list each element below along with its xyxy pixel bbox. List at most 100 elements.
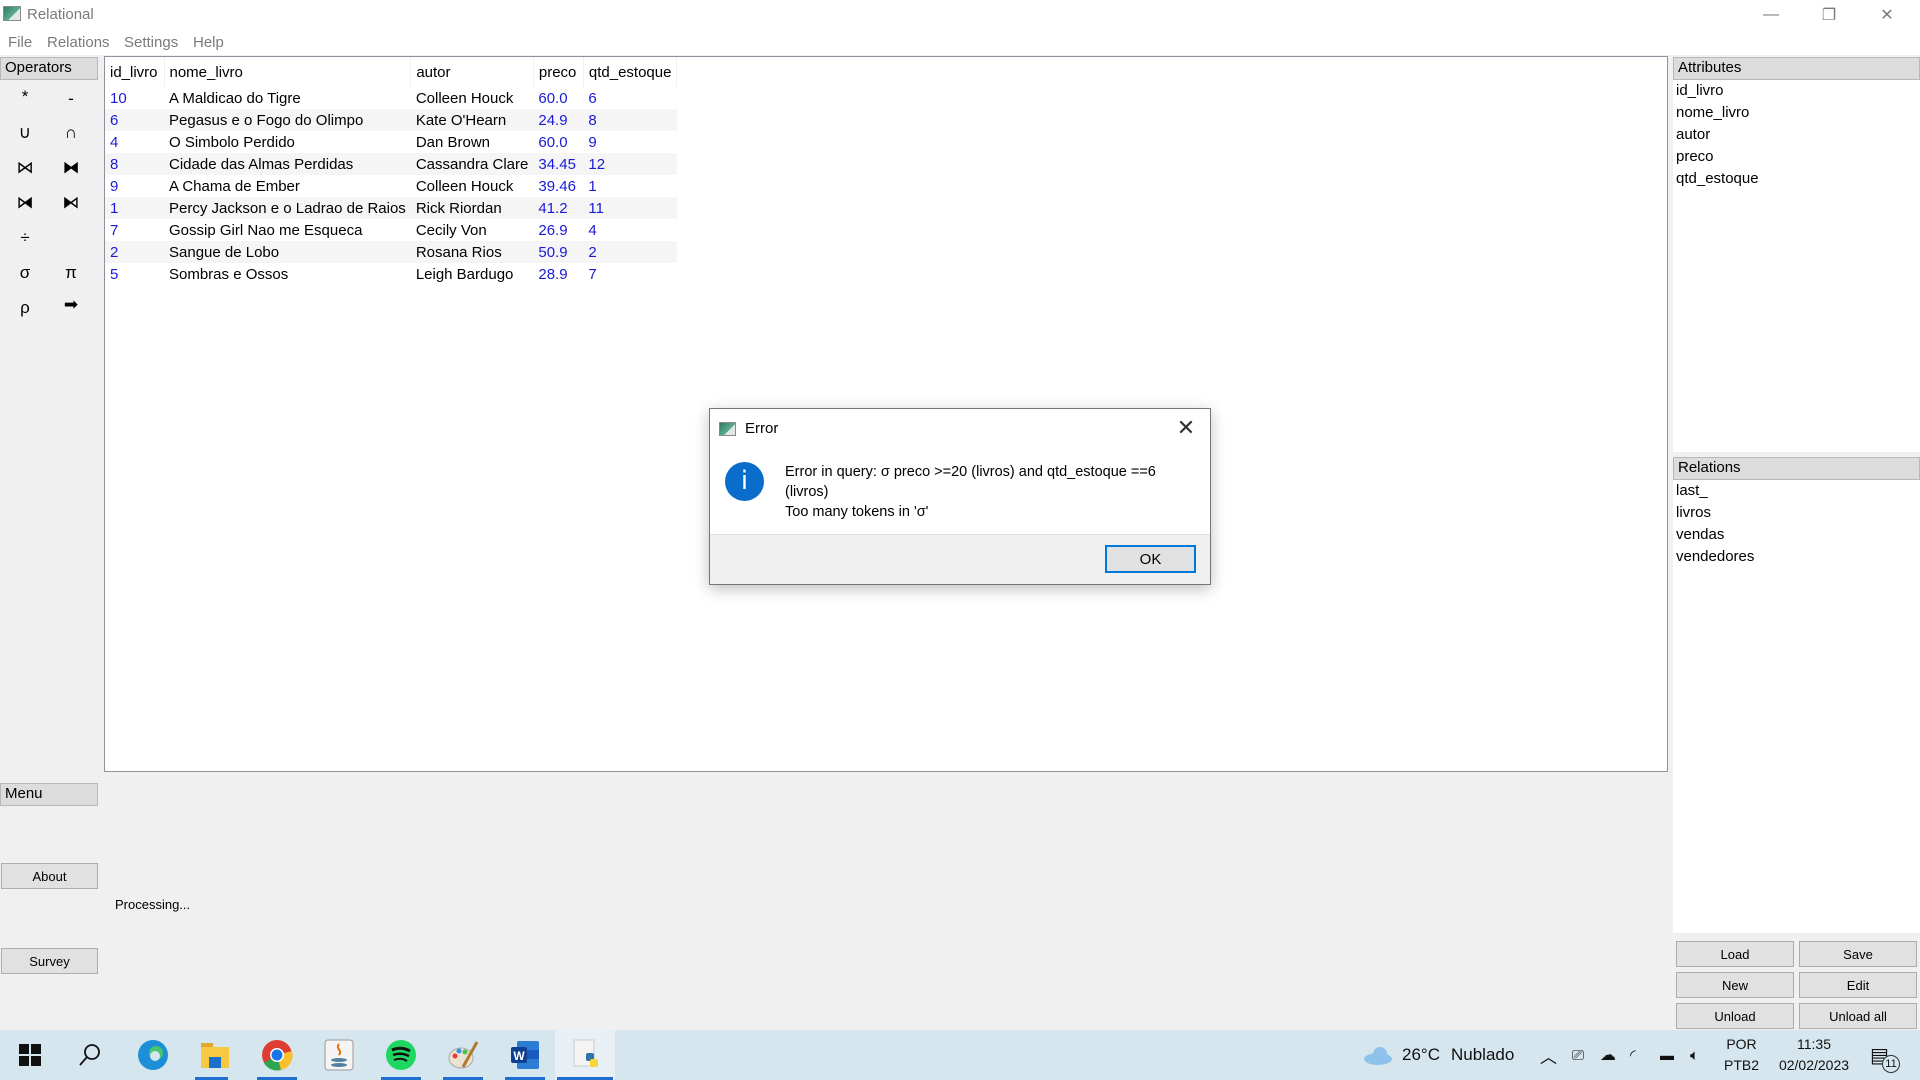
load-button[interactable]: Load bbox=[1676, 941, 1794, 967]
menu-settings[interactable]: Settings bbox=[124, 34, 178, 51]
operator-full-outer-join-button[interactable]: ⧓ bbox=[51, 153, 91, 183]
search-button[interactable] bbox=[73, 1038, 107, 1072]
relation-item[interactable]: last_ bbox=[1673, 480, 1920, 502]
operator-assign-button[interactable]: ➡ bbox=[51, 290, 91, 320]
dialog-close-button[interactable]: ✕ bbox=[1172, 415, 1200, 441]
taskbar-java[interactable] bbox=[322, 1038, 356, 1072]
network-button[interactable]: ◜ bbox=[1630, 1030, 1636, 1080]
cell-preco: 39.46 bbox=[538, 177, 576, 195]
table-row[interactable]: 6 Pegasus e o Fogo do Olimpo Kate O'Hear… bbox=[105, 109, 677, 131]
operator-right-outer-join-button[interactable]: ⧑ bbox=[51, 188, 91, 218]
edit-button[interactable]: Edit bbox=[1799, 972, 1917, 998]
operator-division-button[interactable]: ÷ bbox=[5, 223, 45, 253]
menu-relations[interactable]: Relations bbox=[47, 34, 110, 51]
relation-item[interactable]: vendas bbox=[1673, 524, 1920, 546]
close-button[interactable]: ✕ bbox=[1858, 0, 1916, 30]
operator-intersection-button[interactable]: ∩ bbox=[51, 118, 91, 148]
maximize-button[interactable]: ❐ bbox=[1800, 0, 1858, 30]
volume-button[interactable]: 🔈︎ bbox=[1690, 1030, 1699, 1080]
cell-id-livro: 8 bbox=[105, 153, 164, 175]
about-button[interactable]: About bbox=[1, 863, 98, 889]
unload-all-button[interactable]: Unload all bbox=[1799, 1003, 1917, 1029]
table-row[interactable]: 5 Sombras e Ossos Leigh Bardugo 28.9 7 bbox=[105, 263, 677, 285]
taskbar-word[interactable]: W bbox=[508, 1038, 542, 1072]
spotify-icon bbox=[386, 1040, 416, 1070]
cell-autor: Kate O'Hearn bbox=[410, 109, 534, 131]
table-row[interactable]: 9 A Chama de Ember Colleen Houck 39.46 1 bbox=[105, 175, 677, 197]
minimize-button[interactable]: — bbox=[1742, 0, 1800, 30]
notifications-button[interactable]: ▤ 11 bbox=[1870, 1030, 1900, 1080]
start-button[interactable] bbox=[13, 1038, 47, 1072]
operator-natural-join-button[interactable]: ⋈ bbox=[5, 153, 45, 183]
clock-date: 02/02/2023 bbox=[1778, 1057, 1850, 1073]
paint-icon bbox=[448, 1041, 479, 1069]
info-icon: i bbox=[725, 462, 764, 501]
attributes-list[interactable]: id_livro nome_livro autor preco qtd_esto… bbox=[1673, 80, 1920, 452]
word-icon: W bbox=[511, 1041, 539, 1069]
clock[interactable]: 11:35 02/02/2023 bbox=[1766, 1030, 1862, 1080]
operator-left-outer-join-button[interactable]: ⧒ bbox=[5, 188, 45, 218]
column-header-preco[interactable]: preco bbox=[533, 57, 584, 87]
taskbar-spotify[interactable] bbox=[384, 1038, 418, 1072]
cell-qtd-estoque: 8 bbox=[583, 109, 677, 131]
folder-icon bbox=[201, 1043, 229, 1068]
operator-projection-button[interactable]: π bbox=[51, 258, 91, 288]
cell-autor: Dan Brown bbox=[415, 133, 491, 151]
meet-now-button[interactable]: ⎚ bbox=[1572, 1030, 1584, 1080]
column-header-qtd-estoque[interactable]: qtd_estoque bbox=[583, 57, 678, 87]
language-button[interactable]: POR PTB2 bbox=[1724, 1030, 1759, 1080]
product-icon: * bbox=[21, 87, 29, 106]
menu-file[interactable]: File bbox=[8, 34, 32, 51]
operator-difference-button[interactable]: - bbox=[51, 84, 91, 114]
attribute-item[interactable]: preco bbox=[1673, 146, 1920, 168]
attribute-item[interactable]: autor bbox=[1673, 124, 1920, 146]
pi-icon: π bbox=[65, 263, 77, 282]
table-row[interactable]: 1 Percy Jackson e o Ladrao de Raios Rick… bbox=[105, 197, 677, 219]
taskbar-chrome[interactable] bbox=[260, 1038, 294, 1072]
attribute-item[interactable]: qtd_estoque bbox=[1673, 168, 1920, 190]
edge-icon bbox=[138, 1040, 168, 1070]
relation-item[interactable]: vendedores bbox=[1673, 546, 1920, 568]
chevron-up-icon: ︿ bbox=[1540, 1047, 1557, 1067]
minimize-icon: — bbox=[1763, 6, 1779, 23]
table-row[interactable]: 2 Sangue de Lobo Rosana Rios 50.9 2 bbox=[105, 241, 677, 263]
relation-item[interactable]: livros bbox=[1673, 502, 1920, 524]
attribute-item[interactable]: nome_livro bbox=[1673, 102, 1920, 124]
table-row[interactable]: 7 Gossip Girl Nao me Esqueca Cecily Von … bbox=[105, 219, 677, 241]
survey-button[interactable]: Survey bbox=[1, 948, 98, 974]
show-hidden-icons-button[interactable]: ︿ bbox=[1540, 1030, 1557, 1080]
column-header-autor[interactable]: autor bbox=[410, 57, 534, 87]
cell-preco: 34.45 bbox=[533, 153, 584, 175]
taskbar-python[interactable] bbox=[570, 1038, 604, 1072]
taskbar-paint[interactable] bbox=[446, 1038, 480, 1072]
attributes-header: Attributes bbox=[1673, 57, 1920, 80]
new-button[interactable]: New bbox=[1676, 972, 1794, 998]
cell-qtd-estoque: 6 bbox=[588, 89, 597, 107]
table-row[interactable]: 10 A Maldicao do Tigre Colleen Houck 60.… bbox=[105, 87, 677, 109]
taskbar-file-explorer[interactable] bbox=[198, 1038, 232, 1072]
operator-rename-button[interactable]: ρ bbox=[5, 293, 45, 323]
java-icon bbox=[324, 1039, 354, 1071]
table-row[interactable]: 8 Cidade das Almas Perdidas Cassandra Cl… bbox=[105, 153, 677, 175]
weather-widget[interactable]: 26°C Nublado bbox=[1362, 1030, 1514, 1080]
app-icon bbox=[3, 6, 21, 21]
operator-union-button[interactable]: ∪ bbox=[5, 118, 45, 148]
window-title: Relational bbox=[27, 6, 94, 23]
taskbar-edge[interactable] bbox=[136, 1038, 170, 1072]
table-row[interactable]: 4 O Simbolo Perdido Dan Brown 60.0 9 bbox=[105, 131, 677, 153]
operator-product-button[interactable]: * bbox=[5, 82, 45, 112]
save-button[interactable]: Save bbox=[1799, 941, 1917, 967]
column-header-nome-livro[interactable]: nome_livro bbox=[164, 57, 412, 87]
unload-button[interactable]: Unload bbox=[1676, 1003, 1794, 1029]
column-header-id-livro[interactable]: id_livro bbox=[105, 57, 165, 87]
menu-help[interactable]: Help bbox=[193, 34, 224, 51]
attribute-item[interactable]: id_livro bbox=[1673, 80, 1920, 102]
battery-button[interactable]: ▬ bbox=[1660, 1030, 1674, 1080]
intersection-icon: ∩ bbox=[64, 123, 78, 142]
cell-qtd-estoque: 2 bbox=[583, 241, 677, 263]
ok-button[interactable]: OK bbox=[1105, 545, 1196, 573]
operator-selection-button[interactable]: σ bbox=[5, 258, 45, 288]
status-text: Processing... bbox=[115, 897, 191, 912]
relations-list[interactable]: last_ livros vendas vendedores bbox=[1673, 480, 1920, 933]
onedrive-button[interactable]: ☁ bbox=[1600, 1030, 1616, 1080]
